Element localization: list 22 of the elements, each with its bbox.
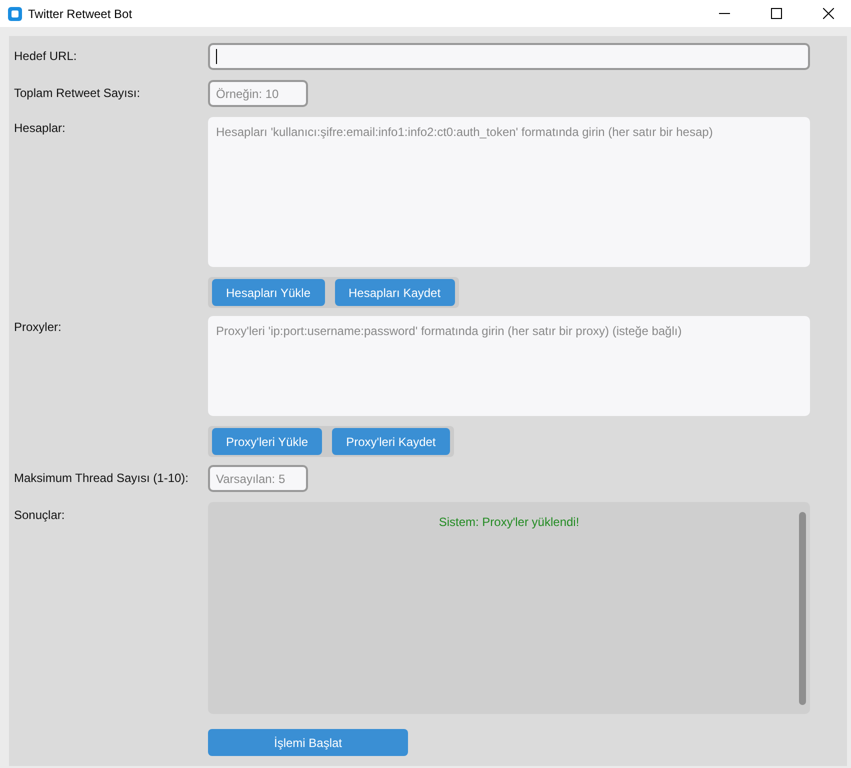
input-field[interactable]: Varsayılan: 5 [208, 465, 308, 492]
field-label: Sonuçlar: [13, 507, 66, 522]
field-label: Hedef URL: [13, 48, 78, 63]
window-title: Twitter Retweet Bot [28, 6, 134, 20]
close-icon [822, 8, 834, 19]
input-field[interactable] [208, 43, 810, 70]
scrollbar[interactable] [799, 512, 806, 705]
input-field[interactable]: Örneğin: 10 [208, 80, 308, 107]
field-label: Toplam Retweet Sayısı: [13, 85, 142, 100]
action-button[interactable]: Hesapları Kaydet [334, 279, 455, 306]
start-button[interactable]: İşlemi Başlat [208, 729, 408, 756]
action-button[interactable]: Proxy'leri Kaydet [332, 428, 450, 455]
action-button[interactable]: Proxy'leri Yükle [212, 428, 322, 455]
field-label: Proxyler: [13, 319, 62, 334]
text-area[interactable]: Hesapları 'kullanıcı:şifre:email:info1:info2:ct0:auth_token' formatında girin (her satır bir hesap) [208, 117, 810, 267]
maximize-icon [770, 8, 782, 19]
field-label: Maksimum Thread Sayısı (1-10): [13, 470, 190, 485]
app-icon [8, 6, 22, 20]
text-area[interactable]: Proxy'leri 'ip:port:username:password' formatında girin (her satır bir proxy) (isteğe bağlı) [208, 316, 810, 416]
action-button[interactable]: Hesapları Yükle [212, 279, 324, 306]
field-label: Hesaplar: [13, 120, 66, 135]
log-line: Sistem: Proxy'ler yüklendi! [438, 515, 580, 529]
